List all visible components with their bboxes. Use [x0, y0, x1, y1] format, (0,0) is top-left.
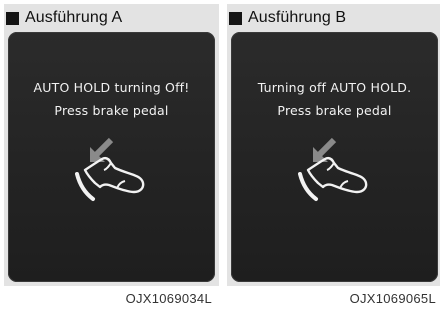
foot-on-brake-pedal-icon [75, 137, 145, 201]
panel-variant-a: Ausführung A AUTO HOLD turning Off! Pres… [4, 4, 219, 286]
cluster-display: Turning off AUTO HOLD. Press brake pedal [231, 32, 438, 282]
message-line-2: Press brake pedal [54, 103, 169, 118]
black-square-icon [229, 11, 242, 25]
image-code: OJX1069065L [349, 291, 436, 306]
message-line-1: AUTO HOLD turning Off! [33, 80, 190, 95]
cluster-display: AUTO HOLD turning Off! Press brake pedal [8, 32, 215, 282]
panel-title: Ausführung A [25, 9, 123, 26]
message-line-2: Press brake pedal [277, 103, 392, 118]
image-code: OJX1069034L [125, 291, 212, 306]
foot-on-brake-pedal-icon [298, 137, 368, 201]
message-line-1: Turning off AUTO HOLD. [257, 80, 412, 95]
panel-header: Ausführung B [229, 6, 440, 30]
panel-title: Ausführung B [248, 9, 347, 26]
black-square-icon [6, 11, 19, 25]
panel-header: Ausführung A [6, 6, 219, 30]
panel-variant-b: Ausführung B Turning off AUTO HOLD. Pres… [227, 4, 440, 286]
